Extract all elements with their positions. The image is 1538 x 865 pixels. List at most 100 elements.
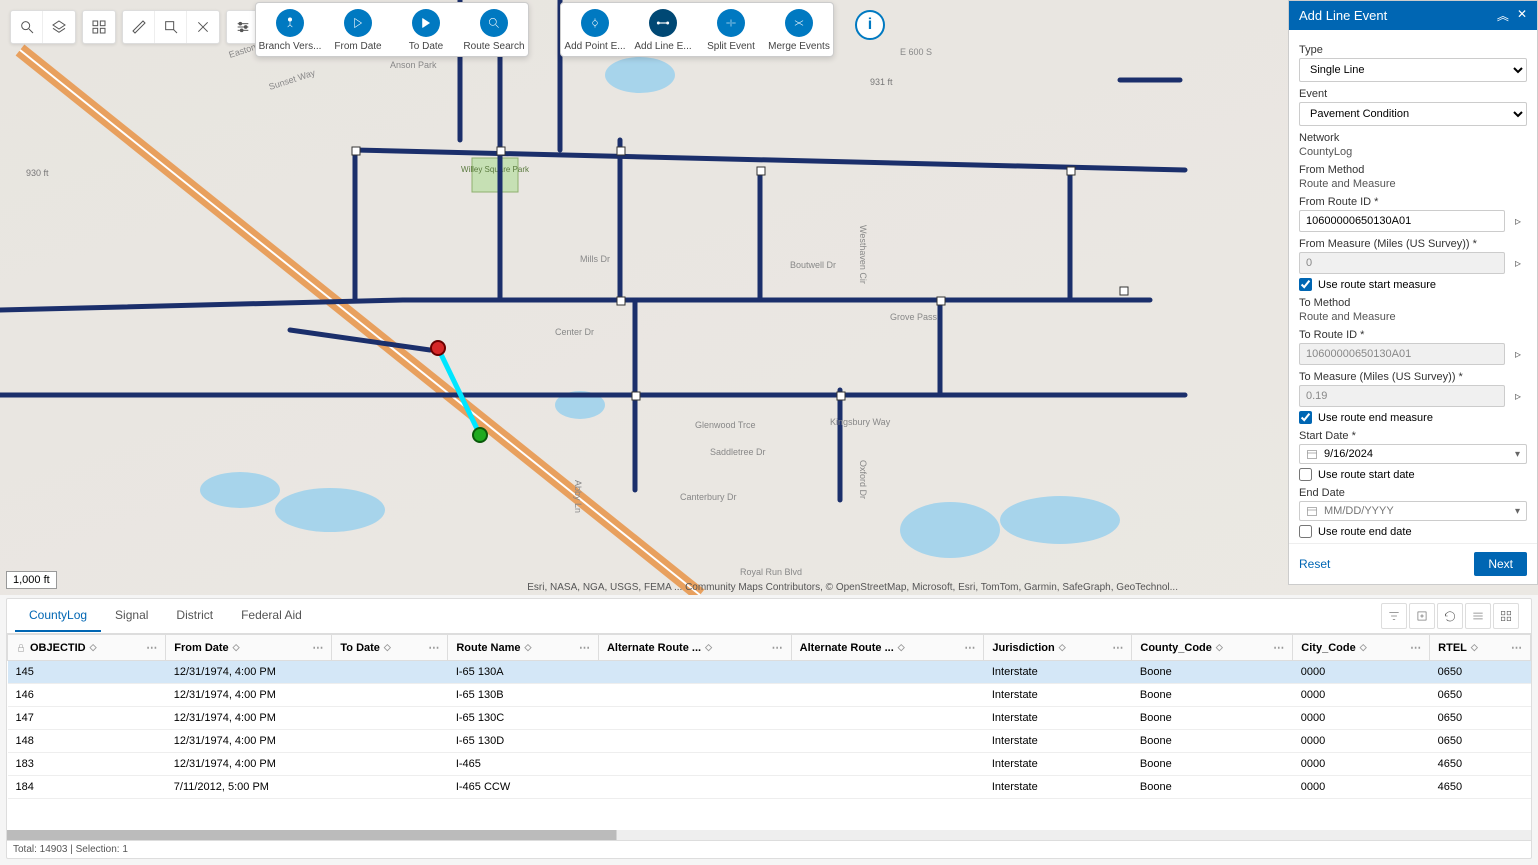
column-header[interactable]: Route Name◇⋯ — [448, 635, 599, 661]
event-actions-panel: Add Point E... Add Line E... Split Event… — [560, 2, 834, 57]
grid-view-icon[interactable] — [1493, 603, 1519, 629]
scale-bar: 1,000 ft — [6, 571, 57, 589]
add-point-event-button[interactable]: Add Point E... — [561, 3, 629, 56]
svg-text:930 ft: 930 ft — [26, 168, 49, 178]
end-date-input[interactable]: ▾ — [1299, 501, 1527, 521]
split-event-button[interactable]: Split Event — [697, 3, 765, 56]
from-measure-input — [1299, 252, 1505, 274]
grid-icon[interactable] — [83, 11, 115, 43]
column-header[interactable]: RTEL◇⋯ — [1430, 635, 1531, 661]
info-icon[interactable]: i — [855, 10, 885, 40]
attribute-table-section: CountyLog Signal District Federal Aid OB… — [6, 598, 1532, 859]
end-date-label: End Date — [1299, 487, 1527, 499]
to-method-label: To Method — [1299, 297, 1527, 309]
to-date-button[interactable]: To Date — [392, 3, 460, 56]
use-start-date-label: Use route start date — [1318, 469, 1415, 481]
to-route-input — [1299, 343, 1505, 365]
type-select[interactable]: Single Line — [1299, 58, 1527, 82]
column-header[interactable]: County_Code◇⋯ — [1132, 635, 1293, 661]
svg-text:Willey Square Park: Willey Square Park — [461, 165, 530, 174]
use-start-date-checkbox[interactable] — [1299, 468, 1312, 481]
column-header[interactable]: Alternate Route ...◇⋯ — [598, 635, 791, 661]
chevron-down-icon[interactable]: ▾ — [1515, 506, 1520, 517]
to-method-value: Route and Measure — [1299, 311, 1527, 323]
tab-countylog[interactable]: CountyLog — [15, 600, 101, 632]
calendar-icon — [1306, 448, 1318, 460]
tab-signal[interactable]: Signal — [101, 600, 162, 632]
use-end-date-label: Use route end date — [1318, 526, 1412, 538]
network-value: CountyLog — [1299, 146, 1527, 158]
use-start-measure-label: Use route start measure — [1318, 279, 1436, 291]
tab-federal-aid[interactable]: Federal Aid — [227, 600, 316, 632]
add-line-event-panel: Add Line Event ︽ ✕ Type Single Line Even… — [1288, 0, 1538, 585]
to-measure-picker-icon[interactable]: ▹ — [1509, 387, 1527, 405]
svg-text:Saddletree Dr: Saddletree Dr — [710, 447, 766, 457]
column-header[interactable]: City_Code◇⋯ — [1293, 635, 1430, 661]
event-select[interactable]: Pavement Condition — [1299, 102, 1527, 126]
panel-title: Add Line Event — [1299, 8, 1387, 23]
route-search-button[interactable]: Route Search — [460, 3, 528, 56]
columns-icon[interactable] — [1465, 603, 1491, 629]
next-button[interactable]: Next — [1474, 552, 1527, 576]
search-icon[interactable] — [11, 11, 43, 43]
map-attribution: Esri, NASA, NGA, USGS, FEMA ... Communit… — [527, 582, 1178, 593]
use-end-measure-checkbox[interactable] — [1299, 411, 1312, 424]
svg-text:Westhaven Cir: Westhaven Cir — [858, 225, 868, 284]
tab-district[interactable]: District — [162, 600, 227, 632]
collapse-icon[interactable]: ︽ — [1497, 7, 1509, 24]
svg-text:Kingsbury Way: Kingsbury Way — [830, 417, 891, 427]
svg-text:931 ft: 931 ft — [870, 77, 893, 87]
from-route-input[interactable] — [1299, 210, 1505, 232]
filter-icon[interactable] — [1381, 603, 1407, 629]
svg-text:Boutwell Dr: Boutwell Dr — [790, 260, 836, 270]
svg-text:Abby Ln: Abby Ln — [573, 480, 583, 513]
svg-text:Canterbury Dr: Canterbury Dr — [680, 492, 737, 502]
network-label: Network — [1299, 132, 1527, 144]
table-row[interactable]: 14712/31/1974, 4:00 PMI-65 130CInterstat… — [8, 707, 1531, 730]
svg-text:Glenwood Trce: Glenwood Trce — [695, 420, 756, 430]
table-row[interactable]: 1847/11/2012, 5:00 PMI-465 CCWInterstate… — [8, 776, 1531, 799]
column-header[interactable]: OBJECTID◇⋯ — [8, 635, 166, 661]
from-route-picker-icon[interactable]: ▹ — [1509, 212, 1527, 230]
calendar-icon — [1306, 505, 1318, 517]
svg-text:E 600 S: E 600 S — [900, 47, 932, 57]
column-header[interactable]: To Date◇⋯ — [332, 635, 448, 661]
from-method-value: Route and Measure — [1299, 178, 1527, 190]
branch-version-button[interactable]: Branch Vers... — [256, 3, 324, 56]
table-tabs: CountyLog Signal District Federal Aid — [7, 599, 1531, 634]
clear-icon[interactable] — [187, 11, 219, 43]
column-header[interactable]: Alternate Route ...◇⋯ — [791, 635, 984, 661]
measure-icon[interactable] — [123, 11, 155, 43]
table-status: Total: 14903 | Selection: 1 — [7, 840, 1531, 858]
column-header[interactable]: Jurisdiction◇⋯ — [984, 635, 1132, 661]
use-end-date-checkbox[interactable] — [1299, 525, 1312, 538]
start-date-input[interactable]: ▾ — [1299, 444, 1527, 464]
chevron-down-icon[interactable]: ▾ — [1515, 449, 1520, 460]
table-row[interactable]: 18312/31/1974, 4:00 PMI-465InterstateBoo… — [8, 753, 1531, 776]
from-measure-picker-icon[interactable]: ▹ — [1509, 254, 1527, 272]
merge-events-button[interactable]: Merge Events — [765, 3, 833, 56]
start-date-label: Start Date * — [1299, 430, 1527, 442]
refresh-icon[interactable] — [1437, 603, 1463, 629]
table-row[interactable]: 14512/31/1974, 4:00 PMI-65 130AInterstat… — [8, 661, 1531, 684]
zoom-to-icon[interactable] — [1409, 603, 1435, 629]
to-route-picker-icon[interactable]: ▹ — [1509, 345, 1527, 363]
horizontal-scrollbar[interactable] — [7, 830, 1531, 840]
to-route-label: To Route ID * — [1299, 329, 1527, 341]
from-date-button[interactable]: From Date — [324, 3, 392, 56]
svg-text:Royal Run Blvd: Royal Run Blvd — [740, 567, 802, 577]
svg-text:Mills Dr: Mills Dr — [580, 254, 610, 264]
use-start-measure-checkbox[interactable] — [1299, 278, 1312, 291]
close-icon[interactable]: ✕ — [1517, 7, 1527, 24]
add-line-event-button[interactable]: Add Line E... — [629, 3, 697, 56]
column-header[interactable]: From Date◇⋯ — [166, 635, 332, 661]
to-measure-input — [1299, 385, 1505, 407]
svg-text:Center Dr: Center Dr — [555, 327, 594, 337]
layers-icon[interactable] — [43, 11, 75, 43]
attribute-table[interactable]: OBJECTID◇⋯From Date◇⋯To Date◇⋯Route Name… — [7, 634, 1531, 799]
table-row[interactable]: 14612/31/1974, 4:00 PMI-65 130BInterstat… — [8, 684, 1531, 707]
table-row[interactable]: 14812/31/1974, 4:00 PMI-65 130DInterstat… — [8, 730, 1531, 753]
select-icon[interactable] — [155, 11, 187, 43]
reset-button[interactable]: Reset — [1299, 557, 1330, 571]
type-label: Type — [1299, 44, 1527, 56]
